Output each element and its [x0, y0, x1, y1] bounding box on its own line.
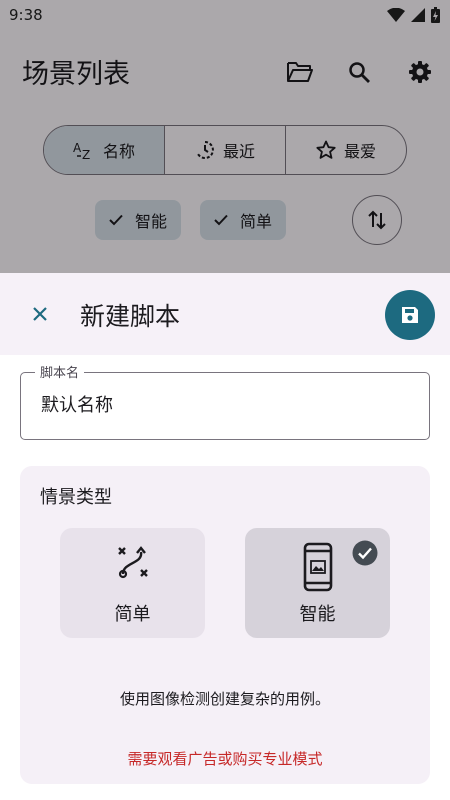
- close-icon: [33, 307, 47, 321]
- save-icon: [402, 307, 418, 323]
- scenario-type-simple-option[interactable]: 简单: [60, 528, 205, 638]
- sheet-title: 新建脚本: [80, 302, 181, 331]
- script-name-field[interactable]: 脚本名: [20, 362, 430, 440]
- option-label: 智能: [299, 604, 336, 625]
- smartphone-image-icon: [303, 542, 332, 592]
- route-icon: [117, 546, 148, 579]
- close-button[interactable]: [24, 298, 56, 330]
- script-name-label: 脚本名: [35, 362, 85, 381]
- new-script-sheet: 新建脚本 脚本名 情景类型 简单: [0, 273, 450, 800]
- pro-mode-warning: 需要观看广告或购买专业模式: [127, 750, 323, 768]
- scenario-type-smart-option[interactable]: 智能: [245, 528, 390, 638]
- check-circle-icon: [352, 540, 378, 566]
- option-label: 简单: [114, 604, 151, 625]
- scenario-type-title: 情景类型: [40, 487, 112, 508]
- script-name-input[interactable]: [41, 393, 411, 414]
- scenario-type-description: 使用图像检测创建复杂的用例。: [119, 690, 330, 708]
- option-icon-wrap: [60, 542, 205, 582]
- save-button[interactable]: [385, 290, 435, 340]
- scenario-type-card: 情景类型 简单 智能 使用图像检测创建复杂的用例。 需要观看广告或购买专业模式: [20, 466, 430, 784]
- sheet-header: 新建脚本: [0, 273, 450, 355]
